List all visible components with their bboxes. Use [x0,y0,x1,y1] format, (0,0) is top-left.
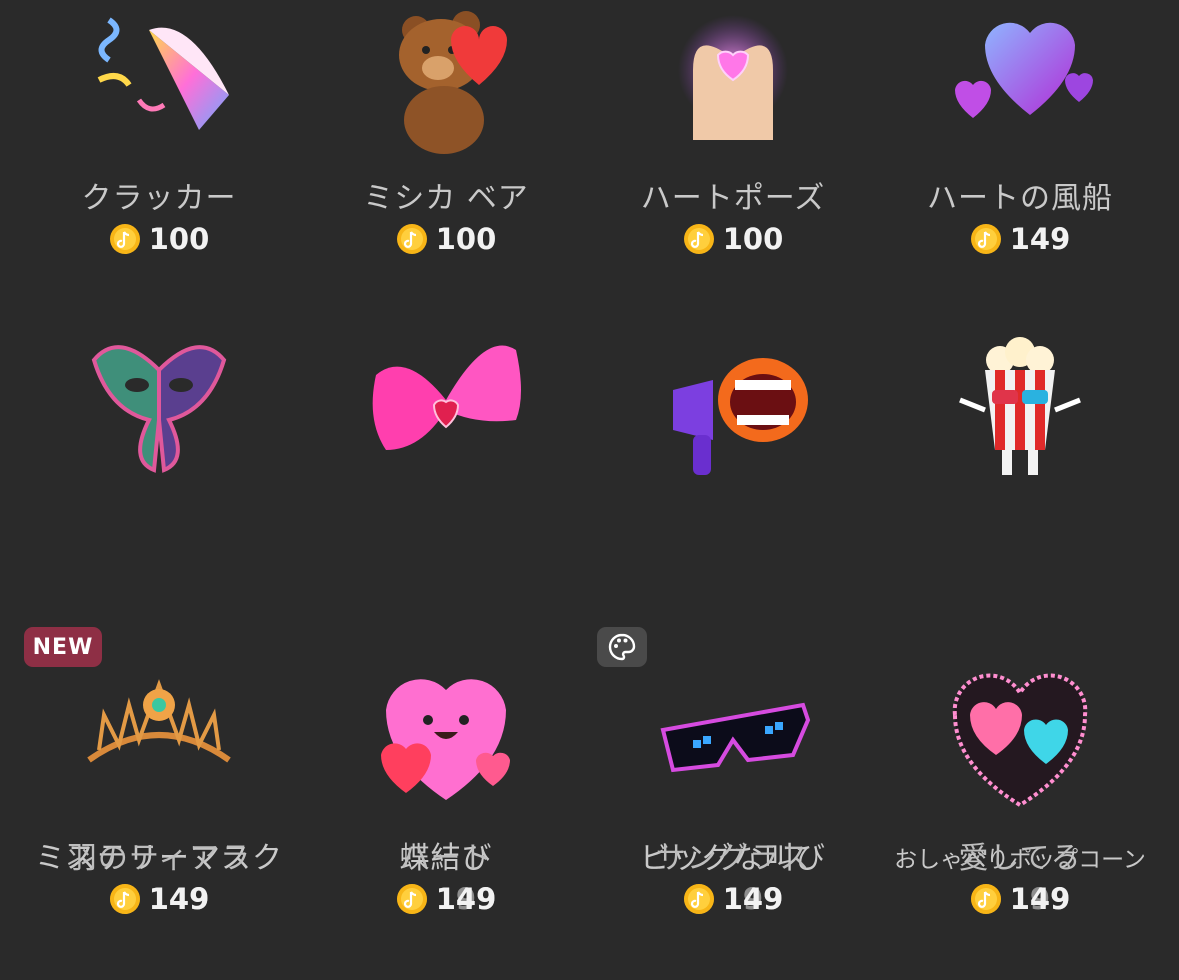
gift-price-value: 199 [1009,882,1071,916]
gift-card-bow[interactable]: 蝶結び 149 [303,330,589,916]
gift-price-value: 199 [722,882,784,916]
gift-card-i-love-you[interactable]: 愛してる 199 [877,660,1163,980]
gift-price-value: 149 [1009,222,1071,256]
coin-icon [970,884,1001,914]
gift-card-popcorn[interactable]: おしゃべりポップコーン 149 [877,330,1163,916]
tiara-icon [79,660,239,820]
gift-card-sunglasses[interactable]: サングラス 199 [590,660,876,980]
gift-price-value: 100 [435,222,497,256]
gift-price: 100 [590,222,876,256]
coin-icon [396,224,427,254]
pixel-sunglasses-icon [653,660,813,820]
megaphone-mouth-icon [653,330,813,490]
coin-icon [683,884,714,914]
party-popper-icon [79,0,239,160]
gift-card-mystery-mask[interactable]: ミステリーマスク 149 [16,330,302,916]
gift-price: 149 [16,882,302,916]
love-heart-frame-icon [940,660,1100,820]
coin-icon [109,884,140,914]
gift-price: 100 [16,222,302,256]
gift-price: 199 [303,882,589,916]
gift-name: ハートの風船 [927,181,1113,216]
gift-card-big-shout[interactable]: ビッグな叫び 149 [590,330,876,916]
gift-name: ミシカ ベア [363,181,529,216]
gift-name: ハートポーズ [640,181,826,216]
new-badge: NEW [24,627,102,667]
palette-icon [608,633,636,661]
coin-icon [970,224,1001,254]
gift-price-value: 100 [722,222,784,256]
coin-icon [396,884,427,914]
gift-price: 100 [303,222,589,256]
pink-heart-character-icon [366,660,526,820]
pink-bow-icon [366,330,526,490]
gift-price: 199 [877,882,1163,916]
gift-price-value: 149 [148,882,210,916]
butterfly-mask-icon [79,330,239,490]
gift-card-bear[interactable]: ミシカ ベア 100 [303,0,589,320]
gift-card-heart[interactable]: ハート 199 [303,660,589,980]
gift-card-heart-balloon[interactable]: ハートの風船 149 [877,0,1163,320]
gift-price-value: 100 [148,222,210,256]
gift-name: 羽のティアラ [66,841,252,876]
gift-name: 愛してる [958,841,1082,876]
palette-badge [597,627,647,667]
coin-icon [109,224,140,254]
gift-price-value: 199 [435,882,497,916]
gift-card-heart-pose[interactable]: ハートポーズ 100 [590,0,876,320]
gift-card-cracker[interactable]: クラッカー 100 [16,0,302,320]
gift-price: 199 [590,882,876,916]
teddy-bear-heart-icon [366,0,526,160]
gift-name: クラッカー [81,181,237,216]
gift-grid: クラッカー 100 ミシカ ベア 100 ハートポーズ 100 ハートの風船 1… [0,0,1179,943]
coin-icon [683,224,714,254]
heart-balloon-icon [940,0,1100,160]
heart-hands-icon [653,0,813,160]
gift-name: ハート [399,841,493,876]
gift-name: サングラス [655,841,811,876]
gift-price: 149 [877,222,1163,256]
gift-card-tiara[interactable]: 羽のティアラ 149 [16,660,302,980]
popcorn-character-icon [940,330,1100,490]
